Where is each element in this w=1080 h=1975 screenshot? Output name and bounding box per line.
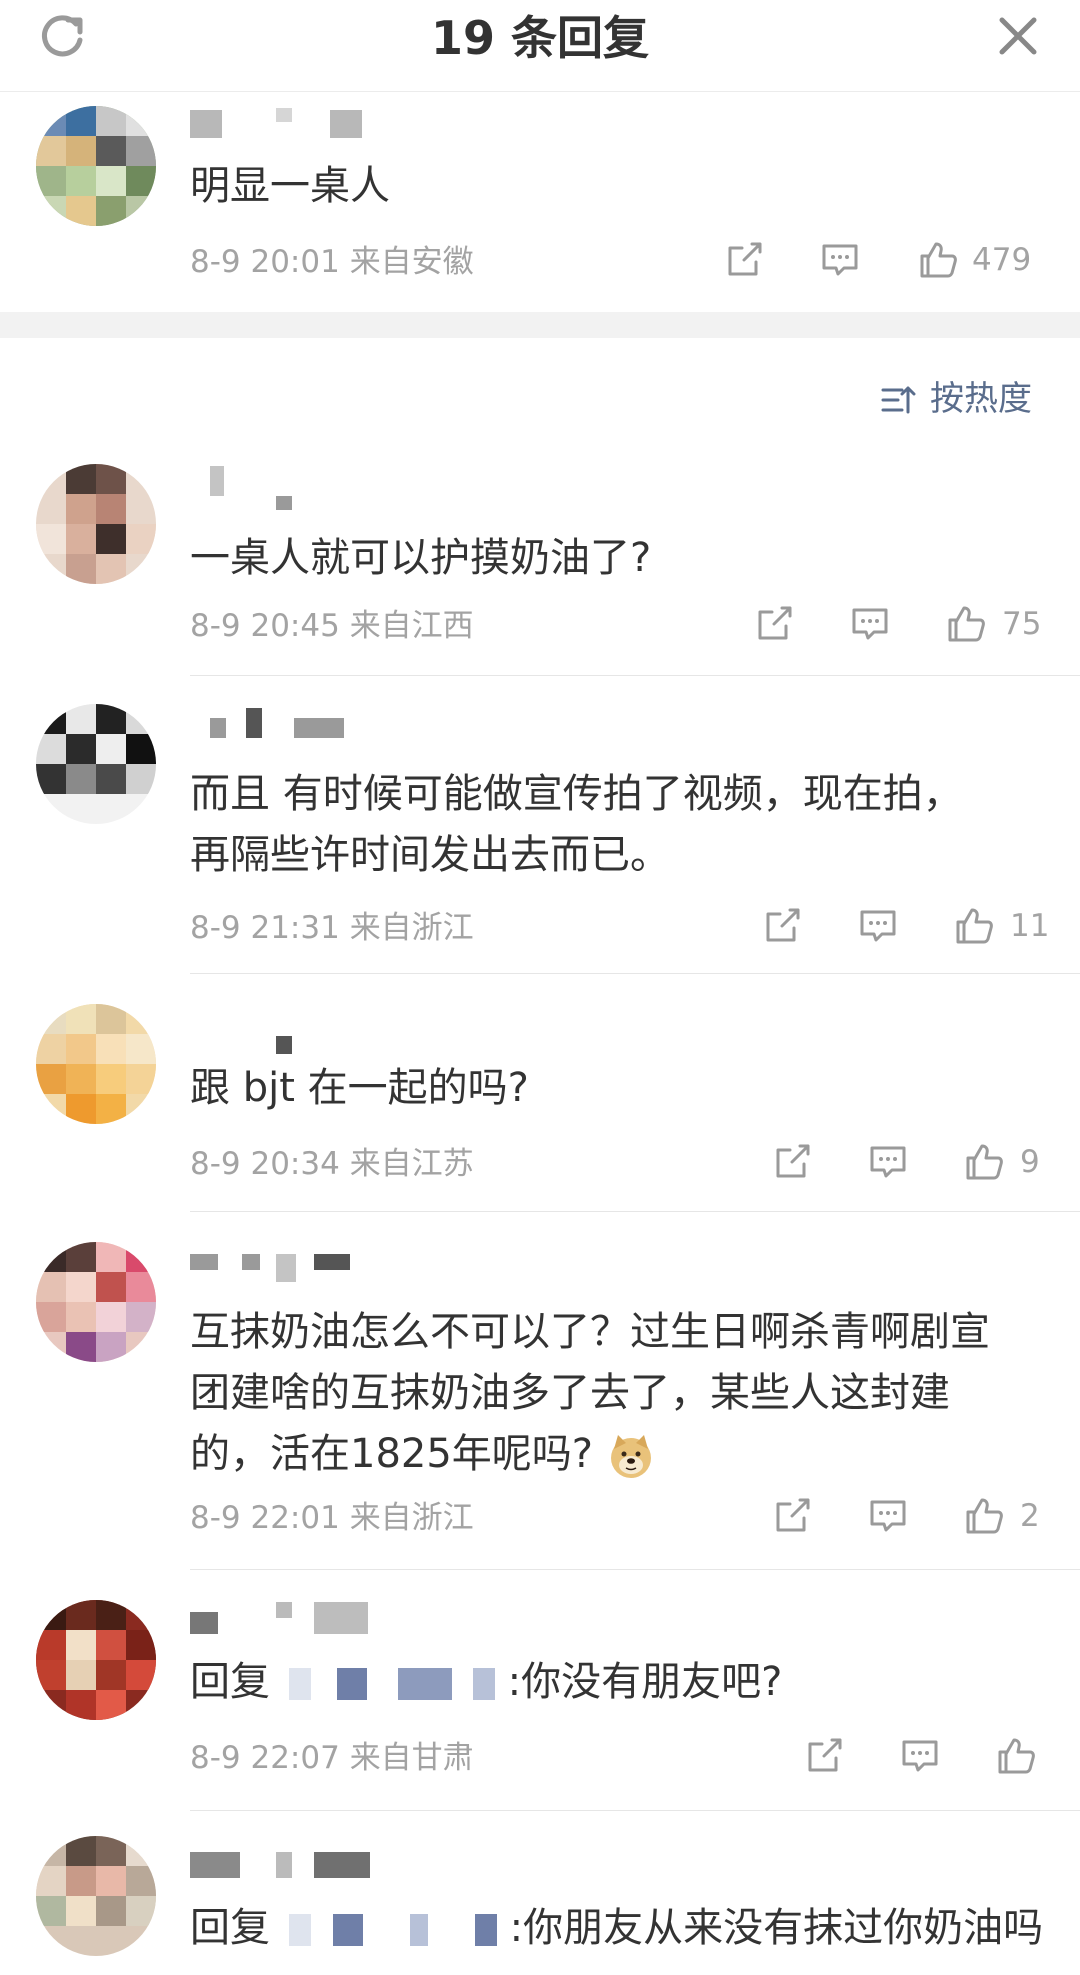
share-icon[interactable] xyxy=(802,1734,846,1778)
reply-suffix: :你没有朋友吧? xyxy=(507,1659,783,1705)
comment-meta: 8-9 20:01 来自安徽 xyxy=(190,242,474,282)
divider xyxy=(190,675,1080,676)
comment-time: 8-9 22:07 xyxy=(190,1740,340,1776)
comment-text: 回复 :你朋友从来没有抹过你奶油吗 xyxy=(190,1898,1050,1959)
comment-meta: 8-9 20:45 来自江西 xyxy=(190,606,474,646)
comment-actions: 479 xyxy=(722,238,1042,282)
reply-item: 回复 :你朋友从来没有抹过你奶油吗 xyxy=(0,1812,1080,1975)
comment-time: 8-9 20:45 xyxy=(190,608,340,644)
reply-prefix: 回复 xyxy=(190,1659,270,1705)
comment-text-line: 的，活在1825年呢吗? xyxy=(190,1424,1050,1485)
comment-icon[interactable] xyxy=(898,1734,942,1778)
divider xyxy=(190,973,1080,974)
username-redacted[interactable] xyxy=(190,1602,390,1638)
reply-item: 跟 bjt 在一起的吗? 8-9 20:34 来自江苏 9 xyxy=(0,976,1080,1214)
avatar[interactable] xyxy=(36,464,156,584)
username-redacted[interactable] xyxy=(190,1248,410,1284)
comment-actions: 2 xyxy=(770,1494,1042,1538)
comment-location: 来自江西 xyxy=(349,608,474,644)
comment-meta: 8-9 22:07 来自甘肃 xyxy=(190,1738,474,1778)
comment-text: 一桌人就可以护摸奶油了? xyxy=(190,535,652,581)
close-icon[interactable] xyxy=(992,10,1044,62)
share-icon[interactable] xyxy=(722,238,766,282)
comment-time: 8-9 20:01 xyxy=(190,244,340,280)
username-redacted[interactable] xyxy=(190,466,310,510)
username-redacted[interactable] xyxy=(190,708,390,744)
sort-selector[interactable]: 按热度 xyxy=(880,374,1040,424)
reply-item: 互抹奶油怎么不可以了？过生日啊杀青啊剧宣 团建啥的互抹奶油多了去了，某些人这封建… xyxy=(0,1214,1080,1572)
root-comment: 明显一桌人 8-9 20:01 来自安徽 479 xyxy=(0,100,1080,312)
comment-icon[interactable] xyxy=(848,602,892,646)
comment-icon[interactable] xyxy=(856,904,900,948)
comment-actions xyxy=(802,1734,1042,1778)
reply-prefix: 回复 xyxy=(190,1905,270,1951)
comment-location: 来自浙江 xyxy=(349,1500,474,1536)
like-icon[interactable] xyxy=(962,1494,1006,1538)
comment-text-line: 再隔些许时间发出去而已。 xyxy=(190,832,670,878)
section-divider xyxy=(0,312,1080,338)
like-icon[interactable] xyxy=(962,1140,1006,1184)
share-icon[interactable] xyxy=(770,1140,814,1184)
like-count: 9 xyxy=(1020,1144,1040,1180)
divider xyxy=(190,1211,1080,1212)
divider xyxy=(190,1569,1080,1570)
avatar[interactable] xyxy=(36,1004,156,1124)
comment-location: 来自安徽 xyxy=(349,244,474,280)
username-redacted[interactable] xyxy=(190,106,390,142)
mention-redacted[interactable] xyxy=(283,1905,510,1951)
like-count: 75 xyxy=(1002,606,1042,642)
comment-icon[interactable] xyxy=(866,1140,910,1184)
header: 19 条回复 xyxy=(0,0,1080,92)
sort-label: 按热度 xyxy=(930,379,1032,419)
share-icon[interactable] xyxy=(770,1494,814,1538)
avatar[interactable] xyxy=(36,1600,156,1720)
sort-icon xyxy=(881,386,916,414)
reply-item: 回复 :你没有朋友吧? 8-9 22:07 来自甘肃 xyxy=(0,1572,1080,1812)
comment-time: 8-9 20:34 xyxy=(190,1146,340,1182)
reply-item: 而且 有时候可能做宣传拍了视频，现在拍， 再隔些许时间发出去而已。 8-9 21… xyxy=(0,680,1080,976)
comment-time: 8-9 21:31 xyxy=(190,910,340,946)
comment-meta: 8-9 22:01 来自浙江 xyxy=(190,1498,474,1538)
like-count: 2 xyxy=(1020,1498,1040,1534)
comment-icon[interactable] xyxy=(866,1494,910,1538)
avatar[interactable] xyxy=(36,1242,156,1362)
comment-location: 来自浙江 xyxy=(349,910,474,946)
like-icon[interactable] xyxy=(994,1734,1038,1778)
comment-text: 明显一桌人 xyxy=(190,163,390,209)
comment-text-line: 互抹奶油怎么不可以了？过生日啊杀青啊剧宣 xyxy=(190,1309,990,1355)
comment-location: 来自甘肃 xyxy=(349,1740,474,1776)
page-title: 19 条回复 xyxy=(430,11,650,65)
comment-meta: 8-9 21:31 来自浙江 xyxy=(190,908,474,948)
mention-redacted[interactable] xyxy=(283,1659,508,1705)
comment-actions: 9 xyxy=(770,1140,1042,1184)
comment-text-line: 团建啥的互抹奶油多了去了，某些人这封建 xyxy=(190,1370,950,1416)
like-icon[interactable] xyxy=(952,904,996,948)
reply-item: 一桌人就可以护摸奶油了? 8-9 20:45 来自江西 75 xyxy=(0,456,1080,686)
comment-icon[interactable] xyxy=(818,238,862,282)
avatar[interactable] xyxy=(36,1836,156,1956)
doge-emoji xyxy=(610,1435,651,1478)
like-icon[interactable] xyxy=(916,238,960,282)
username-redacted[interactable] xyxy=(190,1846,390,1882)
comment-location: 来自江苏 xyxy=(349,1146,474,1182)
comment-text: 而且 有时候可能做宣传拍了视频，现在拍， 再隔些许时间发出去而已。 xyxy=(190,764,1050,886)
share-icon[interactable] xyxy=(752,602,796,646)
comment-text-fragment: 的，活在1825年呢吗? xyxy=(190,1431,594,1477)
like-count: 11 xyxy=(1010,908,1050,944)
reply-suffix: :你朋友从来没有抹过你奶油吗 xyxy=(509,1905,1044,1951)
comment-actions: 11 xyxy=(760,904,1049,948)
comment-time: 8-9 22:01 xyxy=(190,1500,340,1536)
share-icon[interactable] xyxy=(760,904,804,948)
comment-actions: 75 xyxy=(752,602,1042,646)
avatar[interactable] xyxy=(36,704,156,824)
comment-text: 跟 bjt 在一起的吗? xyxy=(190,1065,529,1111)
like-icon[interactable] xyxy=(944,602,988,646)
comment-text: 互抹奶油怎么不可以了？过生日啊杀青啊剧宣 团建啥的互抹奶油多了去了，某些人这封建… xyxy=(190,1302,1050,1485)
comment-text: 回复 :你没有朋友吧? xyxy=(190,1652,1050,1713)
comment-meta: 8-9 20:34 来自江苏 xyxy=(190,1144,474,1184)
comment-text-line: 而且 有时候可能做宣传拍了视频，现在拍， xyxy=(190,771,963,817)
avatar[interactable] xyxy=(36,106,156,226)
divider xyxy=(190,1810,1080,1811)
like-count: 479 xyxy=(972,242,1032,278)
